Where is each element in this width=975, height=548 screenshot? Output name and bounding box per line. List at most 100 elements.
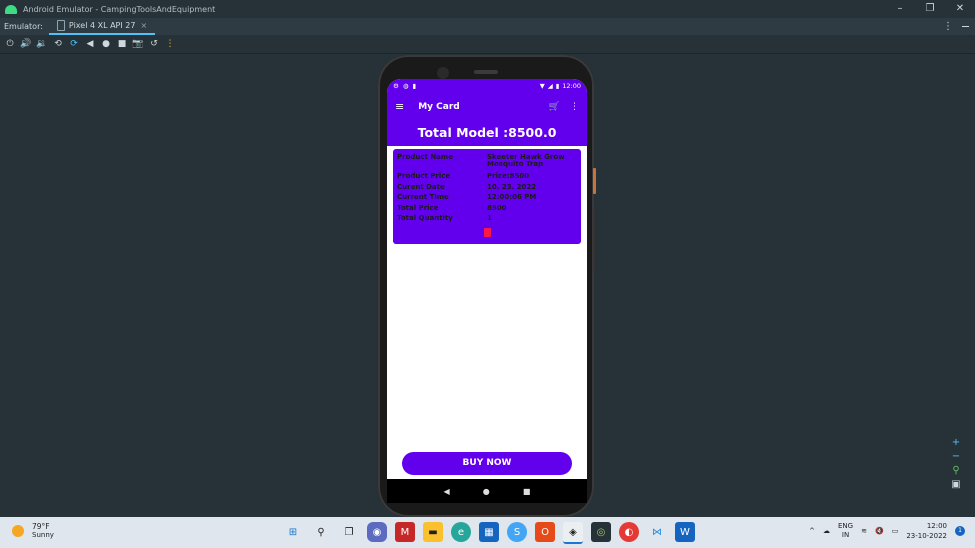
android-nav-bar: ◀ ● ■ xyxy=(387,479,587,503)
language-code: ENG xyxy=(838,522,854,530)
task-view-icon[interactable]: ❐ xyxy=(339,522,359,542)
phone-screen: ⚙ ◍ ▮ ▼ ◢ ▮ 12:00 ≡ My Card 🛒 ⋮ Total Mo… xyxy=(387,79,587,503)
card-row-value: 8500 xyxy=(487,204,507,212)
cart-icon[interactable]: 🛒 xyxy=(549,102,560,112)
cart-item-card: Product Name Skeeter Hawk Grow Mosquito … xyxy=(393,149,581,244)
tray-expand-icon[interactable]: ^ xyxy=(809,527,815,535)
volume-up-icon[interactable]: 🔊 xyxy=(18,39,34,49)
onedrive-icon[interactable]: ☁ xyxy=(823,527,830,535)
windows-taskbar: 79°F Sunny ⊞ ⚲ ❐ ◉ M ▬ e ▦ S O ◈ ◎ ◐ ⋈ W… xyxy=(0,517,975,548)
home-icon[interactable]: ● xyxy=(98,39,114,49)
window-titlebar: Android Emulator - CampingToolsAndEquipm… xyxy=(0,0,975,18)
rotate-right-icon[interactable]: ⟳ xyxy=(66,39,82,49)
edge-icon[interactable]: e xyxy=(451,522,471,542)
signal-icon: ◢ xyxy=(547,82,553,90)
delete-item-icon[interactable] xyxy=(484,228,491,237)
card-row-key: Product Price xyxy=(397,172,451,180)
back-icon[interactable]: ◀ xyxy=(82,39,98,49)
sun-icon xyxy=(12,524,24,537)
more-options-icon[interactable]: ⋮ xyxy=(943,21,953,32)
storage-notification-icon: ▮ xyxy=(412,82,417,90)
restore-button[interactable]: ❐ xyxy=(915,0,945,18)
android-studio-icon[interactable]: ◈ xyxy=(563,522,583,544)
nav-home-icon[interactable]: ● xyxy=(483,487,490,496)
battery-icon: ▮ xyxy=(555,82,560,90)
zoom-controls: + − ⚲ ▣ xyxy=(948,437,964,490)
app-title: My Card xyxy=(418,101,460,112)
tab-close-icon[interactable]: × xyxy=(140,21,147,30)
vscode-icon[interactable]: ⋈ xyxy=(647,522,667,542)
status-bar: ⚙ ◍ ▮ ▼ ◢ ▮ 12:00 xyxy=(387,79,587,93)
emulator-tabbar: Emulator: Pixel 4 XL API 27 × ⋮ xyxy=(0,18,975,35)
language-indicator[interactable]: ENG IN xyxy=(838,522,853,540)
emulator-icon[interactable]: ◎ xyxy=(591,522,611,542)
card-row-key: Current Time xyxy=(397,193,449,201)
system-tray: ^ ☁ ENG IN ≋ 🔇 ▭ 12:00 23-10-2022 1 xyxy=(809,521,965,541)
zoom-out-icon[interactable]: − xyxy=(952,451,960,462)
status-time: 12:00 xyxy=(562,82,581,90)
search-icon[interactable]: ⚲ xyxy=(311,522,331,542)
taskbar-time: 12:00 xyxy=(926,522,947,530)
power-icon[interactable]: ⏻ xyxy=(2,39,18,49)
sync-notification-icon: ◍ xyxy=(402,82,409,90)
panel-minimize-icon[interactable] xyxy=(962,26,969,27)
hamburger-menu-icon[interactable]: ≡ xyxy=(395,100,404,113)
notification-badge[interactable]: 1 xyxy=(955,526,965,536)
emulator-label: Emulator: xyxy=(4,22,43,31)
weather-temp: 79°F xyxy=(32,522,50,531)
chrome-icon[interactable]: ◐ xyxy=(619,522,639,542)
card-row-value: 12:00:06 PM xyxy=(487,193,537,201)
card-row-key: Total Quantity xyxy=(397,214,453,222)
snapshot-icon[interactable]: ↺ xyxy=(146,39,162,49)
card-row-value: 1 xyxy=(487,214,492,222)
region-code: IN xyxy=(841,531,850,539)
zoom-search-icon[interactable]: ⚲ xyxy=(952,465,959,476)
nav-recents-icon[interactable]: ■ xyxy=(523,487,531,496)
front-camera xyxy=(437,67,449,79)
settings-notification-icon: ⚙ xyxy=(393,82,399,90)
device-icon xyxy=(56,20,65,31)
battery-tray-icon[interactable]: ▭ xyxy=(892,527,899,535)
wifi-tray-icon[interactable]: ≋ xyxy=(861,527,867,535)
start-icon[interactable]: ⊞ xyxy=(283,522,303,542)
window-title: Android Emulator - CampingToolsAndEquipm… xyxy=(23,4,216,14)
minimize-button[interactable]: – xyxy=(885,0,915,18)
word-icon[interactable]: W xyxy=(675,522,695,542)
card-row-key: Curent Date xyxy=(397,183,445,191)
close-button[interactable]: ✕ xyxy=(945,0,975,18)
screenshot-icon[interactable]: 📷 xyxy=(130,39,146,49)
antivirus-icon[interactable]: M xyxy=(395,522,415,542)
card-row-value: 10. 23. 2022 xyxy=(487,183,537,191)
wifi-icon: ▼ xyxy=(539,82,545,90)
volume-mute-icon[interactable]: 🔇 xyxy=(875,527,884,535)
taskbar-apps: ⊞ ⚲ ❐ ◉ M ▬ e ▦ S O ◈ ◎ ◐ ⋈ W xyxy=(283,522,695,544)
tab-device[interactable]: Pixel 4 XL API 27 × xyxy=(48,18,156,35)
weather-widget[interactable]: 79°F Sunny xyxy=(12,522,54,539)
store-icon[interactable]: ▦ xyxy=(479,522,499,542)
overview-icon[interactable]: ■ xyxy=(114,39,130,49)
buy-now-button[interactable]: BUY NOW xyxy=(402,452,572,475)
app-bar: ≡ My Card 🛒 ⋮ xyxy=(387,93,587,120)
card-row-key: Product Name xyxy=(397,153,453,161)
weather-condition: Sunny xyxy=(32,531,54,539)
emulator-toolbar: ⏻ 🔊 🔉 ⟲ ⟳ ◀ ● ■ 📷 ↺ ⋮ xyxy=(0,35,975,54)
nav-back-icon[interactable]: ◀ xyxy=(444,487,450,496)
zoom-in-icon[interactable]: + xyxy=(952,437,960,448)
fit-screen-icon[interactable]: ▣ xyxy=(951,479,960,490)
extended-controls-icon[interactable]: ⋮ xyxy=(162,39,178,49)
taskbar-date: 23-10-2022 xyxy=(906,532,947,540)
file-explorer-icon[interactable]: ▬ xyxy=(423,522,443,542)
taskbar-clock[interactable]: 12:00 23-10-2022 xyxy=(906,521,947,541)
overflow-menu-icon[interactable]: ⋮ xyxy=(570,102,579,112)
rotate-left-icon[interactable]: ⟲ xyxy=(50,39,66,49)
office-icon[interactable]: O xyxy=(535,522,555,542)
earpiece-speaker xyxy=(474,70,498,74)
chat-icon[interactable]: ◉ xyxy=(367,522,387,542)
volume-down-icon[interactable]: 🔉 xyxy=(34,39,50,49)
skype-icon[interactable]: S xyxy=(507,522,527,542)
android-logo-icon xyxy=(5,4,17,14)
phone-power-button[interactable] xyxy=(593,168,596,194)
card-row-value: Price:8500 xyxy=(487,172,530,180)
phone-volume-button[interactable] xyxy=(593,210,595,270)
card-row-value: Skeeter Hawk Grow Mosquito Trap xyxy=(487,153,565,168)
